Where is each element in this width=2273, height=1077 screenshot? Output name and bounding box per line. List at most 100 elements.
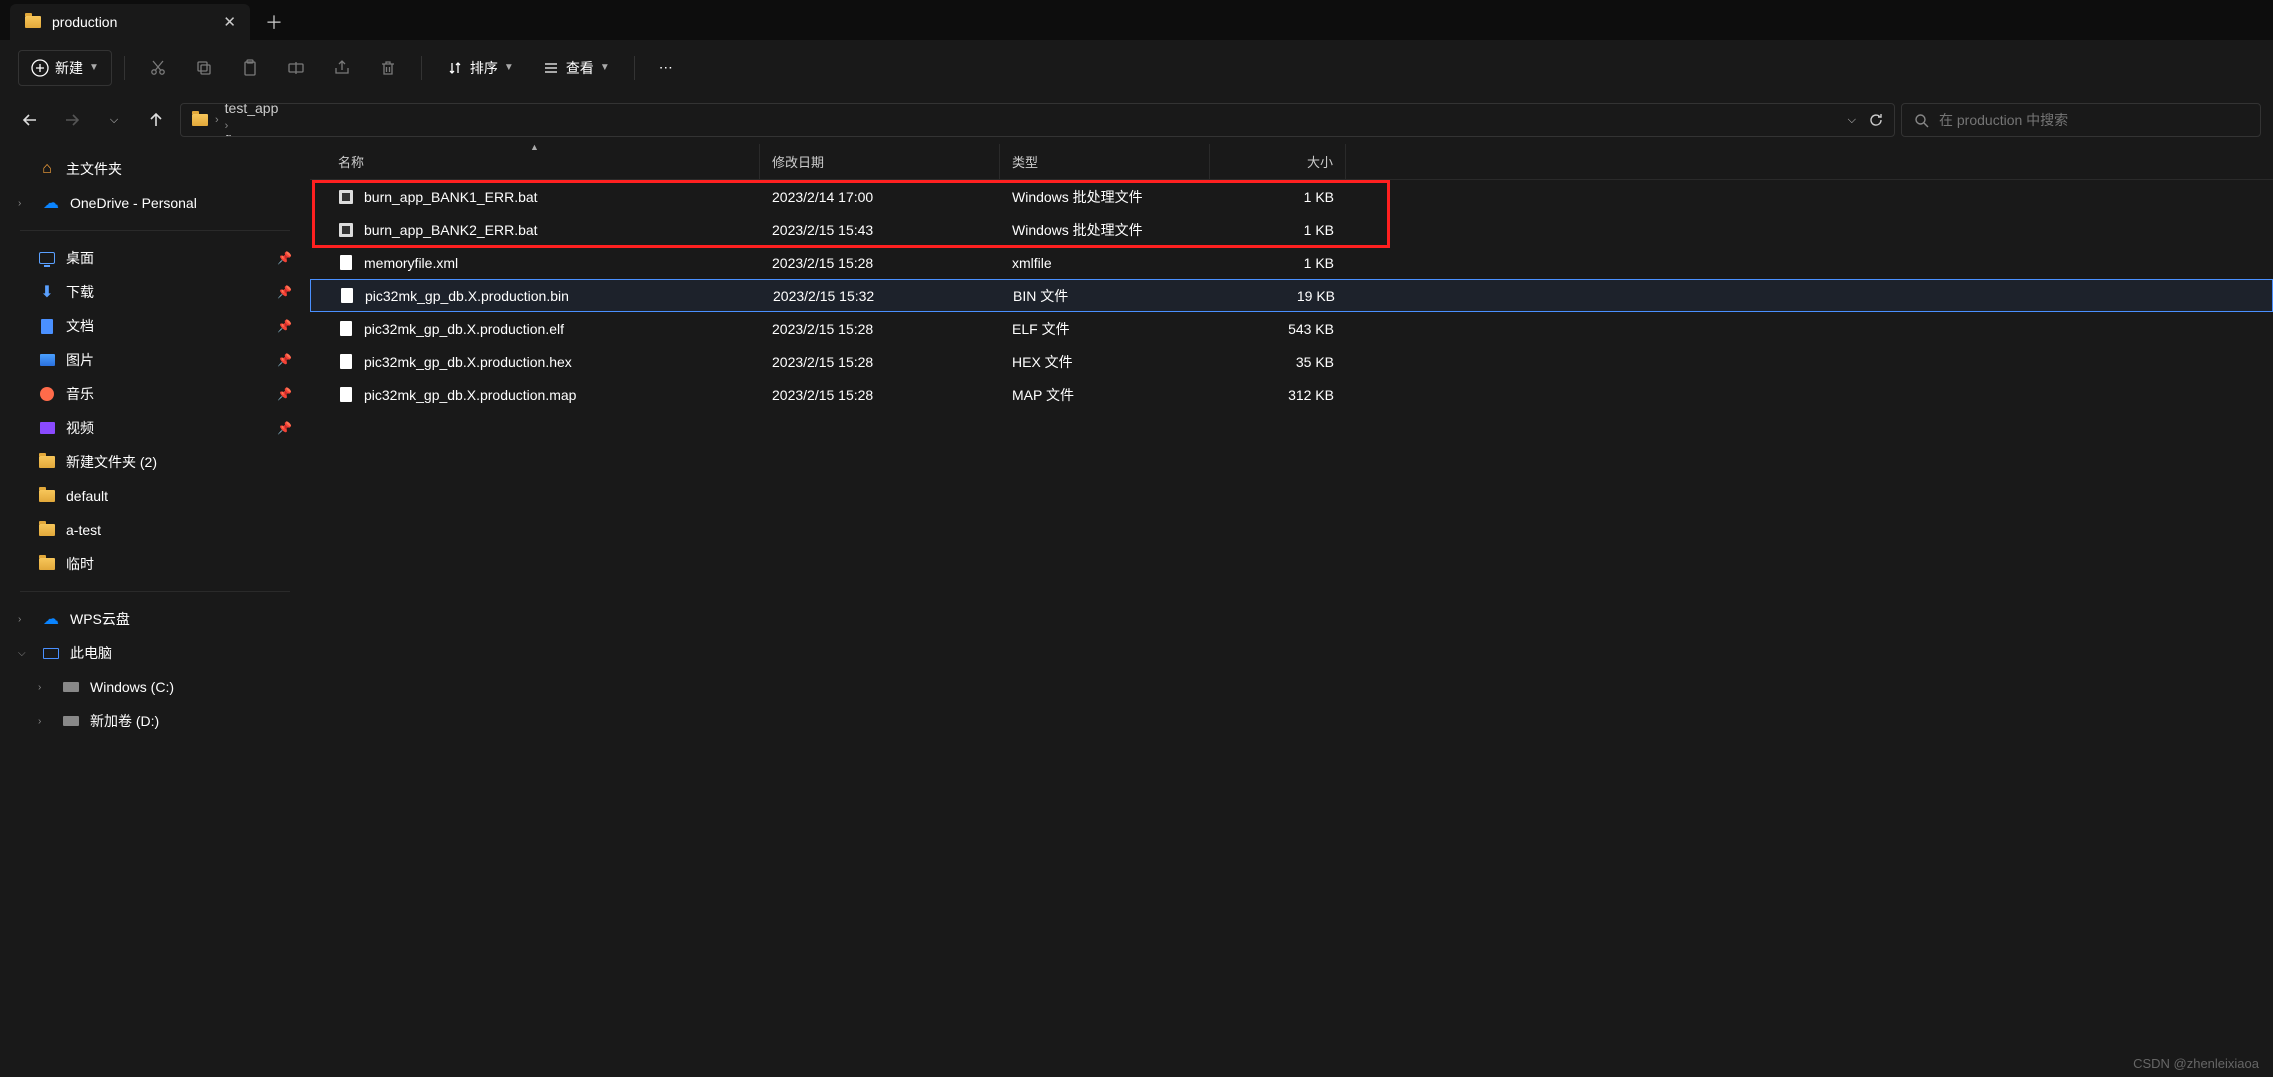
pc-icon <box>42 644 60 662</box>
file-row[interactable]: burn_app_BANK2_ERR.bat2023/2/15 15:43Win… <box>310 213 2273 246</box>
back-button[interactable] <box>12 102 48 138</box>
file-row[interactable]: pic32mk_gp_db.X.production.hex2023/2/15 … <box>310 345 2273 378</box>
sidebar-label: 音乐 <box>66 384 94 404</box>
new-tab-button[interactable]: ＋ <box>256 4 292 40</box>
sidebar-folder-item[interactable]: a-test <box>4 513 306 547</box>
chevron-right-icon[interactable]: › <box>18 198 32 209</box>
pin-icon: 📌 <box>277 251 292 265</box>
tab-production[interactable]: production ✕ <box>10 4 250 40</box>
sort-icon <box>446 59 464 77</box>
column-label: 类型 <box>1012 152 1038 171</box>
column-name[interactable]: ▲ 名称 <box>310 144 760 179</box>
view-button[interactable]: 查看 ▼ <box>530 50 622 86</box>
download-icon: ⬇ <box>38 283 56 301</box>
file-row[interactable]: pic32mk_gp_db.X.production.bin2023/2/15 … <box>310 279 2273 312</box>
sidebar-wps[interactable]: › ☁ WPS云盘 <box>4 602 306 636</box>
music-icon <box>38 385 56 403</box>
recent-button[interactable]: ⌵ <box>96 102 132 138</box>
folder-icon <box>38 453 56 471</box>
file-date: 2023/2/15 15:28 <box>772 354 873 370</box>
up-button[interactable] <box>138 102 174 138</box>
chevron-right-icon: › <box>225 120 229 132</box>
sidebar-drive-item[interactable]: ›新加卷 (D:) <box>4 704 306 738</box>
ellipsis-icon: ⋯ <box>659 59 673 76</box>
forward-button[interactable] <box>54 102 90 138</box>
paste-button[interactable] <box>229 50 271 86</box>
file-size: 543 KB <box>1288 321 1334 337</box>
chevron-down-icon[interactable]: ⌵ <box>18 648 32 659</box>
column-date[interactable]: 修改日期 <box>760 144 1000 179</box>
sidebar-onedrive[interactable]: › ☁ OneDrive - Personal <box>4 186 306 220</box>
file-name: burn_app_BANK1_ERR.bat <box>364 189 538 205</box>
address-bar[interactable]: › 此电脑›新加卷 (E:)›a-test›blt_v1.02copy›test… <box>180 103 1895 137</box>
sidebar-label: Windows (C:) <box>90 679 174 695</box>
sidebar-quick-item[interactable]: 视频📌 <box>4 411 306 445</box>
chevron-right-icon[interactable]: › <box>38 716 52 727</box>
new-button[interactable]: 新建 ▼ <box>18 50 112 86</box>
sidebar-quick-item[interactable]: 图片📌 <box>4 343 306 377</box>
refresh-icon[interactable] <box>1868 112 1884 128</box>
sidebar-label: 图片 <box>66 350 94 370</box>
share-icon <box>333 59 351 77</box>
file-size: 1 KB <box>1304 255 1334 271</box>
sidebar-label: a-test <box>66 522 101 538</box>
column-label: 大小 <box>1307 152 1333 171</box>
rename-button[interactable] <box>275 50 317 86</box>
file-row[interactable]: memoryfile.xml2023/2/15 15:28xmlfile1 KB <box>310 246 2273 279</box>
toolbar: 新建 ▼ 排序 ▼ 查看 ▼ ⋯ <box>0 40 2273 96</box>
tab-title: production <box>52 14 117 30</box>
file-date: 2023/2/15 15:43 <box>772 222 873 238</box>
doc-icon <box>38 317 56 335</box>
plus-circle-icon <box>31 59 49 77</box>
sidebar-thispc[interactable]: ⌵ 此电脑 <box>4 636 306 670</box>
paste-icon <box>241 59 259 77</box>
file-icon <box>339 288 355 304</box>
file-name: memoryfile.xml <box>364 255 458 271</box>
sidebar-label: 临时 <box>66 554 94 574</box>
sidebar-folder-item[interactable]: 临时 <box>4 547 306 581</box>
file-date: 2023/2/14 17:00 <box>772 189 873 205</box>
sidebar-label: 主文件夹 <box>66 159 122 179</box>
chevron-down-icon: ▼ <box>504 62 514 73</box>
file-row[interactable]: pic32mk_gp_db.X.production.map2023/2/15 … <box>310 378 2273 411</box>
column-type[interactable]: 类型 <box>1000 144 1210 179</box>
sidebar-home[interactable]: ⌂ 主文件夹 <box>4 152 306 186</box>
main: ⌂ 主文件夹 › ☁ OneDrive - Personal 桌面📌⬇下载📌文档… <box>0 144 2273 1077</box>
cut-button[interactable] <box>137 50 179 86</box>
sidebar-drive-item[interactable]: › Windows (C:) <box>4 670 306 704</box>
folder-icon <box>24 13 42 31</box>
breadcrumb-item[interactable]: firmware <box>225 132 337 137</box>
copy-button[interactable] <box>183 50 225 86</box>
sort-button[interactable]: 排序 ▼ <box>434 50 526 86</box>
sidebar-folder-item[interactable]: default <box>4 479 306 513</box>
sidebar-quick-item[interactable]: 文档📌 <box>4 309 306 343</box>
share-button[interactable] <box>321 50 363 86</box>
file-type: Windows 批处理文件 <box>1012 187 1143 207</box>
more-button[interactable]: ⋯ <box>647 50 685 86</box>
sidebar-folder-item[interactable]: 新建文件夹 (2) <box>4 445 306 479</box>
sort-indicator-icon: ▲ <box>530 142 539 152</box>
trash-icon <box>379 59 397 77</box>
column-size[interactable]: 大小 <box>1210 144 1346 179</box>
sidebar-label: OneDrive - Personal <box>70 195 197 211</box>
chevron-right-icon[interactable]: › <box>38 682 52 693</box>
chevron-down-icon[interactable]: ⌵ <box>1848 114 1856 127</box>
breadcrumb-item[interactable]: test_app <box>225 103 337 116</box>
address-row: ⌵ › 此电脑›新加卷 (E:)›a-test›blt_v1.02copy›te… <box>0 96 2273 144</box>
file-row[interactable]: burn_app_BANK1_ERR.bat 2023/2/14 17:00 Win… <box>310 180 2273 213</box>
delete-button[interactable] <box>367 50 409 86</box>
search-input[interactable] <box>1939 112 2248 128</box>
chevron-right-icon: › <box>215 114 219 126</box>
file-name: pic32mk_gp_db.X.production.bin <box>365 288 569 304</box>
file-row[interactable]: pic32mk_gp_db.X.production.elf2023/2/15 … <box>310 312 2273 345</box>
sidebar-quick-item[interactable]: 桌面📌 <box>4 241 306 275</box>
folder-icon <box>38 487 56 505</box>
close-tab-icon[interactable]: ✕ <box>223 13 236 31</box>
sidebar-quick-item[interactable]: ⬇下载📌 <box>4 275 306 309</box>
chevron-right-icon[interactable]: › <box>18 614 32 625</box>
cut-icon <box>149 59 167 77</box>
chevron-down-icon: ▼ <box>600 62 610 73</box>
file-name: burn_app_BANK2_ERR.bat <box>364 222 538 238</box>
sidebar-quick-item[interactable]: 音乐📌 <box>4 377 306 411</box>
search-box[interactable] <box>1901 103 2261 137</box>
